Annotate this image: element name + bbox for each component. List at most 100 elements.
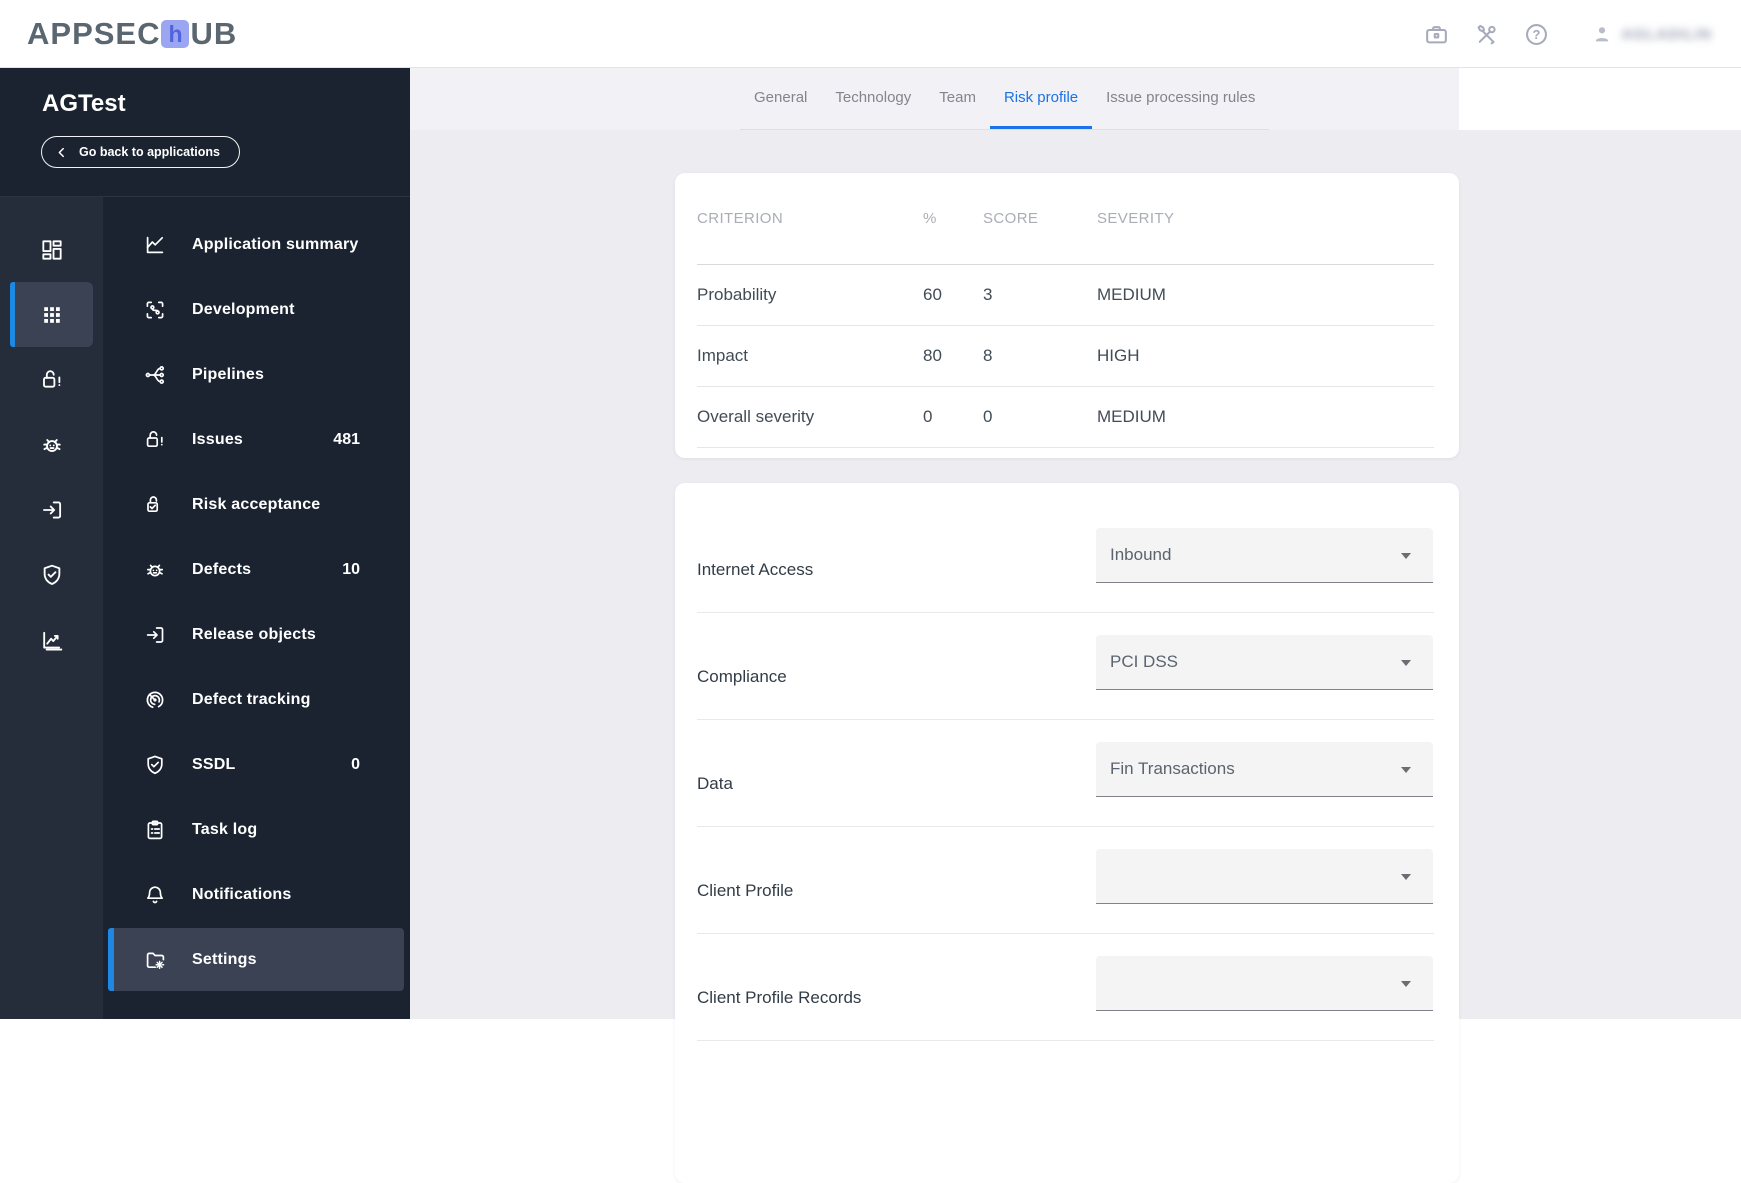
form-row-client-profile-records: Client Profile Records [697, 934, 1434, 1041]
table-header-row: CRITERION % SCORE SEVERITY [697, 173, 1434, 265]
bug-icon [42, 438, 61, 452]
tab-band-right-gap [1459, 68, 1741, 130]
form-row-client-profile: Client Profile [697, 827, 1434, 934]
sidebar-item-application-summary[interactable]: Application summary [103, 212, 410, 277]
development-icon [146, 301, 164, 318]
col-score: SCORE [983, 210, 1039, 227]
username-redacted: AGLADILIN [1621, 25, 1712, 43]
user-menu[interactable]: AGLADILIN [1591, 23, 1712, 45]
menu-label: Settings [192, 950, 257, 968]
col-criterion: CRITERION [697, 210, 784, 227]
form-row-data: Data Fin Transactions [697, 720, 1434, 827]
tab-risk-profile[interactable]: Risk profile [989, 68, 1093, 129]
main-content: General Technology Team Risk profile Iss… [410, 68, 1741, 1183]
sidebar-item-release-objects[interactable]: Release objects [103, 602, 410, 667]
chevron-down-icon [1401, 981, 1411, 987]
table-row: Overall severity 0 0 MEDIUM [697, 387, 1434, 448]
menu-count-badge: 0 [351, 755, 360, 773]
field-label: Client Profile Records [697, 988, 862, 1007]
col-severity: SEVERITY [1097, 210, 1175, 227]
menu-label: Risk acceptance [192, 495, 321, 513]
data-select[interactable]: Fin Transactions [1096, 742, 1433, 797]
go-back-button[interactable]: Go back to applications [41, 136, 240, 168]
track-changes-icon [146, 691, 164, 708]
cell-percent: 0 [923, 407, 933, 426]
cell-percent: 60 [923, 285, 942, 304]
form-row-internet-access: Internet Access Inbound [697, 506, 1434, 613]
sidebar-item-task-log[interactable]: Task log [103, 797, 410, 862]
tools-icon[interactable] [1473, 21, 1500, 48]
rail-ssdl[interactable] [0, 542, 103, 607]
menu-label: Issues [192, 430, 244, 448]
cell-percent: 80 [923, 346, 942, 365]
menu-label: Defect tracking [192, 690, 311, 708]
rail-reports[interactable] [0, 607, 103, 672]
selected-value: Fin Transactions [1110, 759, 1235, 778]
help-icon[interactable]: ? [1523, 21, 1550, 48]
form-row-compliance: Compliance PCI DSS [697, 613, 1434, 720]
tabs: General Technology Team Risk profile Iss… [740, 68, 1270, 130]
chart-icon [42, 631, 62, 650]
lock-check-icon [147, 495, 159, 512]
internet-access-select[interactable]: Inbound [1096, 528, 1433, 583]
chart-line-icon [146, 236, 164, 253]
cell-score: 8 [983, 346, 993, 365]
chevron-left-icon [58, 147, 64, 157]
logo-text-post: UB [190, 16, 238, 51]
compliance-select[interactable]: PCI DSS [1096, 635, 1433, 690]
menu-label: Release objects [192, 625, 316, 643]
sidebar-item-defects[interactable]: Defects 10 [103, 537, 410, 602]
menu-label: Notifications [192, 885, 292, 903]
sidebar-item-notifications[interactable]: Notifications [103, 862, 410, 927]
sidebar-item-pipelines[interactable]: Pipelines [103, 342, 410, 407]
bell-icon [147, 885, 163, 903]
bug-icon [146, 564, 164, 576]
sidebar-item-settings[interactable]: Settings [108, 928, 404, 991]
rail-release-objects[interactable] [0, 477, 103, 542]
rail-applications[interactable] [0, 282, 103, 347]
cell-criterion: Impact [697, 346, 749, 365]
field-label: Internet Access [697, 560, 814, 579]
menu-count-badge: 481 [333, 430, 360, 448]
cell-criterion: Probability [697, 285, 777, 304]
chevron-down-icon [1401, 660, 1411, 666]
chevron-down-icon [1401, 767, 1411, 773]
apps-grid-icon [43, 306, 60, 323]
sidebar-item-development[interactable]: Development [103, 277, 410, 342]
menu-label: SSDL [192, 755, 236, 773]
exit-to-app-icon [42, 500, 61, 519]
cell-score: 3 [983, 285, 993, 304]
cell-criterion: Overall severity [697, 407, 815, 426]
go-back-label: Go back to applications [79, 145, 220, 159]
sidebar-item-ssdl[interactable]: SSDL 0 [103, 732, 410, 797]
sidebar-item-issues[interactable]: Issues 481 [103, 407, 410, 472]
client-profile-select[interactable] [1096, 849, 1433, 904]
col-percent: % [923, 210, 937, 227]
sidebar-item-defect-tracking[interactable]: Defect tracking [103, 667, 410, 732]
tab-general[interactable]: General [740, 68, 821, 129]
field-label: Compliance [697, 667, 787, 686]
field-label: Client Profile [697, 881, 794, 900]
sidebar-item-risk-acceptance[interactable]: Risk acceptance [103, 472, 410, 537]
rail-defects[interactable] [0, 412, 103, 477]
rail-dashboard[interactable] [0, 217, 103, 282]
tab-team[interactable]: Team [925, 68, 990, 129]
menu-label: Pipelines [192, 365, 265, 383]
tab-technology[interactable]: Technology [821, 68, 925, 129]
lock-open-alert-icon [146, 430, 163, 447]
tab-issue-processing-rules[interactable]: Issue processing rules [1092, 68, 1269, 129]
risk-profile-form-card: Internet Access Inbound Compliance PCI D… [675, 483, 1459, 1183]
pipelines-icon [145, 365, 165, 384]
cell-severity: MEDIUM [1097, 407, 1166, 426]
rail-issues[interactable] [0, 347, 103, 412]
cell-score: 0 [983, 407, 993, 426]
menu-label: Application summary [192, 235, 359, 253]
menu-label: Task log [192, 820, 258, 838]
task-log-icon [147, 820, 163, 839]
icon-rail [0, 197, 103, 1019]
client-profile-records-select[interactable] [1096, 956, 1433, 1011]
briefcase-icon[interactable] [1423, 21, 1450, 48]
settings-folder-icon [146, 952, 165, 969]
cell-severity: HIGH [1097, 346, 1140, 365]
application-name: AGTest [42, 90, 126, 117]
